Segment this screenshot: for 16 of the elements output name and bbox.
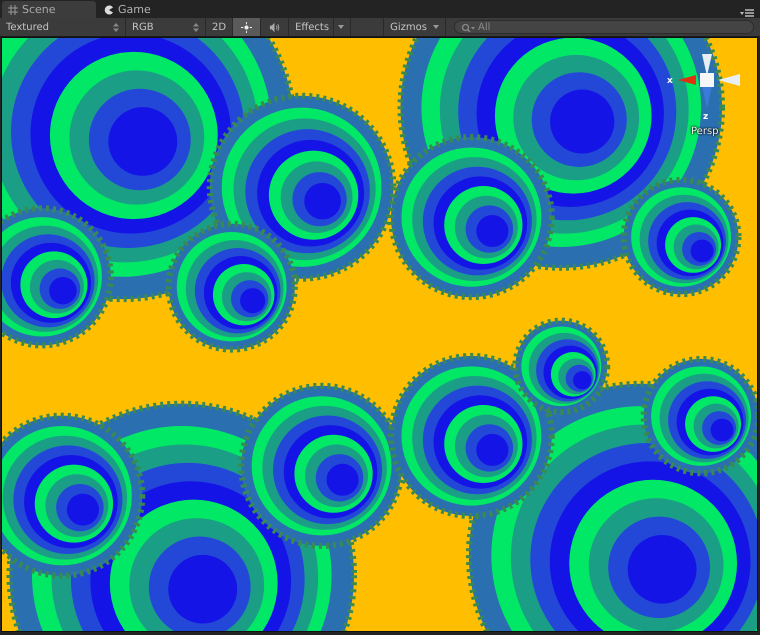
menu-icon[interactable]	[740, 9, 754, 17]
caret-icon	[338, 25, 344, 29]
stepper-icon	[113, 22, 119, 32]
caret-icon	[433, 25, 439, 29]
gizmos-dropdown[interactable]: Gizmos	[383, 18, 446, 36]
search-icon	[461, 23, 475, 33]
grid-icon	[8, 4, 18, 14]
lighting-toggle[interactable]	[233, 18, 262, 36]
stepper-icon	[193, 22, 199, 32]
speaker-icon	[269, 22, 280, 32]
sun-icon	[241, 22, 252, 32]
search-field[interactable]: All	[454, 20, 754, 34]
axis-label: z	[703, 112, 708, 122]
axis-label: x	[667, 76, 673, 86]
pacman-icon	[104, 4, 114, 14]
tab[interactable]: Scene	[2, 1, 96, 18]
